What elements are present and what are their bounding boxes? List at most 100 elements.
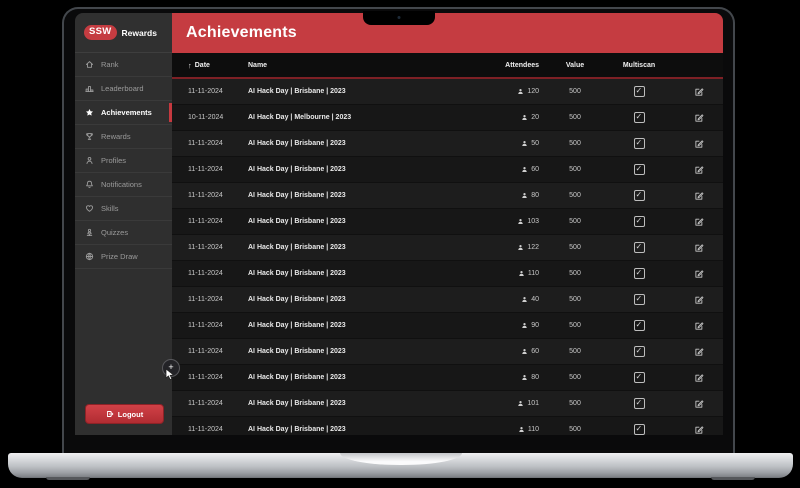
cell-date: 11-11-2024	[172, 270, 242, 277]
edit-icon[interactable]	[694, 269, 704, 279]
multiscan-checkbox[interactable]	[634, 242, 645, 253]
edit-icon[interactable]	[694, 139, 704, 149]
sidebar-item-label: Skills	[101, 204, 119, 213]
sidebar-item-rank[interactable]: Rank	[75, 53, 172, 77]
cell-name: AI Hack Day | Brisbane | 2023	[242, 218, 477, 225]
sidebar-item-quizzes[interactable]: Quizzes	[75, 221, 172, 245]
sidebar-item-leaderboard[interactable]: Leaderboard	[75, 77, 172, 101]
table-row[interactable]: 11-11-2024 AI Hack Day | Brisbane | 2023…	[172, 157, 723, 183]
cell-date: 11-11-2024	[172, 400, 242, 407]
cell-actions	[675, 321, 723, 331]
edit-icon[interactable]	[694, 295, 704, 305]
multiscan-checkbox[interactable]	[634, 424, 645, 435]
cell-actions	[675, 373, 723, 383]
sidebar-item-achievements[interactable]: Achievements	[75, 101, 172, 125]
table-row[interactable]: 11-11-2024 AI Hack Day | Brisbane | 2023…	[172, 183, 723, 209]
sidebar-item-label: Leaderboard	[101, 84, 144, 93]
multiscan-checkbox[interactable]	[634, 112, 645, 123]
sidebar-item-rewards[interactable]: Rewards	[75, 125, 172, 149]
table-row[interactable]: 11-11-2024 AI Hack Day | Brisbane | 2023…	[172, 391, 723, 417]
edit-icon[interactable]	[694, 113, 704, 123]
multiscan-checkbox[interactable]	[634, 294, 645, 305]
cell-multiscan	[603, 320, 675, 331]
person-icon	[85, 156, 94, 165]
table-row[interactable]: 11-11-2024 AI Hack Day | Brisbane | 2023…	[172, 209, 723, 235]
sidebar-item-profiles[interactable]: Profiles	[75, 149, 172, 173]
table-row[interactable]: 11-11-2024 AI Hack Day | Brisbane | 2023…	[172, 287, 723, 313]
edit-icon[interactable]	[694, 191, 704, 201]
cell-actions	[675, 425, 723, 435]
edit-icon[interactable]	[694, 243, 704, 253]
column-header-attendees[interactable]: Attendees	[477, 62, 547, 69]
table-row[interactable]: 11-11-2024 AI Hack Day | Brisbane | 2023…	[172, 313, 723, 339]
cell-actions	[675, 269, 723, 279]
table-row[interactable]: 11-11-2024 AI Hack Day | Brisbane | 2023…	[172, 417, 723, 435]
cell-name: AI Hack Day | Melbourne | 2023	[242, 114, 477, 121]
quiz-icon	[85, 228, 94, 237]
multiscan-checkbox[interactable]	[634, 216, 645, 227]
table-row[interactable]: 11-11-2024 AI Hack Day | Brisbane | 2023…	[172, 339, 723, 365]
table-row[interactable]: 11-11-2024 AI Hack Day | Brisbane | 2023…	[172, 365, 723, 391]
ssw-logo: SSW	[84, 25, 117, 40]
sidebar: Rank Leaderboard Achievements Rewards	[75, 53, 172, 435]
cell-name: AI Hack Day | Brisbane | 2023	[242, 244, 477, 251]
cell-multiscan	[603, 216, 675, 227]
table-row[interactable]: 11-11-2024 AI Hack Day | Brisbane | 2023…	[172, 131, 723, 157]
multiscan-checkbox[interactable]	[634, 320, 645, 331]
table-row[interactable]: 11-11-2024 AI Hack Day | Brisbane | 2023…	[172, 261, 723, 287]
edit-icon[interactable]	[694, 425, 704, 435]
sidebar-item-prize-draw[interactable]: Prize Draw	[75, 245, 172, 269]
multiscan-checkbox[interactable]	[634, 164, 645, 175]
multiscan-checkbox[interactable]	[634, 138, 645, 149]
column-header-multiscan[interactable]: Multiscan	[603, 62, 675, 69]
attendee-person-icon	[521, 296, 528, 303]
edit-icon[interactable]	[694, 87, 704, 97]
cell-name: AI Hack Day | Brisbane | 2023	[242, 88, 477, 95]
cell-attendees: 90	[477, 322, 547, 329]
column-header-value[interactable]: Value	[547, 62, 603, 69]
multiscan-checkbox[interactable]	[634, 372, 645, 383]
sidebar-item-skills[interactable]: Skills	[75, 197, 172, 221]
edit-icon[interactable]	[694, 165, 704, 175]
laptop-foot	[46, 477, 90, 480]
cell-attendees: 122	[477, 244, 547, 251]
attendee-person-icon	[518, 426, 525, 433]
globe-icon	[85, 252, 94, 261]
table-row[interactable]: 11-11-2024 AI Hack Day | Brisbane | 2023…	[172, 79, 723, 105]
edit-icon[interactable]	[694, 399, 704, 409]
cell-attendees: 103	[477, 218, 547, 225]
sidebar-item-label: Rewards	[101, 132, 131, 141]
edit-icon[interactable]	[694, 217, 704, 227]
cell-date: 11-11-2024	[172, 218, 242, 225]
edit-icon[interactable]	[694, 321, 704, 331]
heart-icon	[85, 204, 94, 213]
trophy-icon	[85, 132, 94, 141]
edit-icon[interactable]	[694, 373, 704, 383]
column-header-name[interactable]: Name	[242, 62, 477, 69]
multiscan-checkbox[interactable]	[634, 268, 645, 279]
multiscan-checkbox[interactable]	[634, 190, 645, 201]
cell-name: AI Hack Day | Brisbane | 2023	[242, 140, 477, 147]
multiscan-checkbox[interactable]	[634, 398, 645, 409]
multiscan-checkbox[interactable]	[634, 86, 645, 97]
cell-value: 500	[547, 322, 603, 329]
sidebar-item-notifications[interactable]: Notifications	[75, 173, 172, 197]
laptop-notch	[363, 11, 435, 25]
cell-multiscan	[603, 164, 675, 175]
cell-date: 11-11-2024	[172, 166, 242, 173]
multiscan-checkbox[interactable]	[634, 346, 645, 357]
cell-multiscan	[603, 346, 675, 357]
table-row[interactable]: 11-11-2024 AI Hack Day | Brisbane | 2023…	[172, 235, 723, 261]
cell-value: 500	[547, 218, 603, 225]
cell-actions	[675, 113, 723, 123]
laptop-foot	[711, 477, 755, 480]
cell-multiscan	[603, 268, 675, 279]
cell-date: 11-11-2024	[172, 322, 242, 329]
edit-icon[interactable]	[694, 347, 704, 357]
cell-attendees: 60	[477, 348, 547, 355]
column-header-date[interactable]: ↑ Date	[172, 61, 242, 70]
table-row[interactable]: 10-11-2024 AI Hack Day | Melbourne | 202…	[172, 105, 723, 131]
logout-button[interactable]: Logout	[85, 404, 164, 424]
table-header-row: ↑ Date Name Attendees Value Multiscan	[172, 53, 723, 79]
cell-name: AI Hack Day | Brisbane | 2023	[242, 348, 477, 355]
